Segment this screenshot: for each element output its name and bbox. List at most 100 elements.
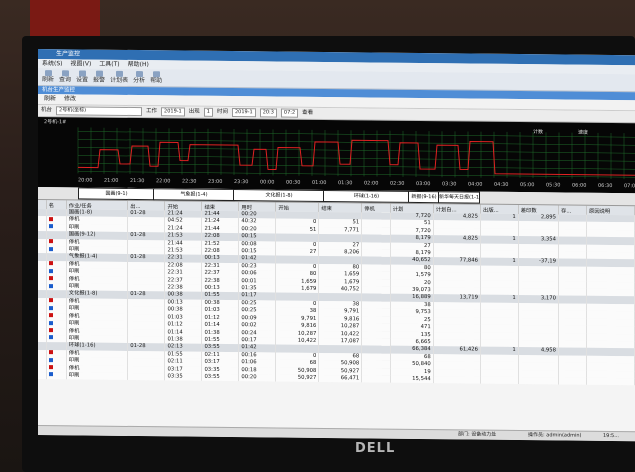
timeline-job-segment[interactable]: 环球(1-16) bbox=[323, 189, 410, 203]
output-label: 出现 bbox=[188, 108, 200, 115]
status-marker-icon bbox=[48, 320, 53, 325]
x-tick-label: 21:30 bbox=[130, 178, 144, 184]
status-marker-icon bbox=[48, 298, 53, 303]
status-marker-icon bbox=[48, 350, 53, 355]
status-marker-icon bbox=[48, 283, 53, 288]
machine-select[interactable]: 2号机(坐标) bbox=[56, 106, 143, 117]
empty-cell bbox=[38, 268, 47, 276]
cell-start: 03:35 bbox=[164, 373, 202, 382]
empty-cell bbox=[38, 297, 47, 306]
status-cell bbox=[46, 216, 67, 225]
dell-logo: DELL bbox=[355, 441, 396, 456]
toolbar-query-button[interactable]: 查询 bbox=[59, 70, 71, 83]
empty-cell bbox=[38, 260, 47, 269]
menu-tools[interactable]: 工具(T) bbox=[99, 60, 119, 69]
empty-cell bbox=[38, 349, 47, 358]
column-header[interactable]: 停机 bbox=[361, 203, 391, 213]
status-operator: 操作员: admin(admin) bbox=[528, 432, 582, 439]
count-input[interactable]: 07:2 bbox=[280, 108, 299, 118]
x-tick-label: 06:00 bbox=[572, 183, 586, 189]
x-tick-label: 06:30 bbox=[598, 183, 612, 189]
empty-cell bbox=[38, 357, 47, 365]
column-header[interactable]: 开始 bbox=[275, 202, 319, 212]
column-header[interactable]: 计划白... bbox=[433, 204, 481, 214]
x-tick-label: 00:30 bbox=[286, 180, 300, 186]
empty-cell bbox=[558, 377, 587, 386]
cell-dur: 00:20 bbox=[238, 374, 276, 382]
empty-cell bbox=[38, 334, 47, 343]
column-header[interactable]: 出... bbox=[127, 200, 165, 211]
refresh-button[interactable]: 刷新 bbox=[44, 94, 56, 104]
empty-cell bbox=[38, 327, 47, 335]
query-button[interactable]: 查看 bbox=[302, 108, 313, 119]
grid-line bbox=[78, 147, 635, 154]
column-header[interactable] bbox=[38, 200, 47, 210]
toolbar-refresh-button[interactable]: 刷新 bbox=[42, 70, 54, 83]
empty-cell bbox=[38, 342, 47, 350]
empty-cell bbox=[38, 312, 47, 321]
status-cell bbox=[46, 223, 67, 232]
toolbar-schedule-button[interactable]: 计划表 bbox=[110, 70, 128, 84]
empty-cell bbox=[38, 320, 47, 328]
status-marker-icon bbox=[48, 305, 53, 310]
x-tick-label: 04:30 bbox=[494, 182, 508, 188]
menu-system[interactable]: 系统(S) bbox=[42, 59, 63, 68]
column-header[interactable]: 名 bbox=[46, 200, 67, 210]
column-header[interactable]: 差印数 bbox=[518, 205, 559, 215]
menu-view[interactable]: 视图(V) bbox=[71, 59, 92, 68]
x-tick-label: 22:00 bbox=[156, 178, 170, 184]
status-marker-icon bbox=[48, 217, 53, 222]
cell-c: 15,544 bbox=[390, 375, 434, 384]
menu-help[interactable]: 帮助(H) bbox=[128, 60, 149, 69]
status-cell bbox=[46, 327, 67, 336]
timeline-job-segment[interactable]: 气象报(1-4) bbox=[153, 188, 235, 202]
column-header[interactable]: 计划 bbox=[390, 203, 434, 214]
toolbar-settings-button[interactable]: 设置 bbox=[76, 70, 88, 84]
empty-cell bbox=[38, 238, 47, 247]
process-select[interactable]: 2019-1 bbox=[161, 107, 185, 117]
cell-d bbox=[433, 376, 481, 384]
column-header[interactable]: 出版... bbox=[480, 204, 519, 215]
status-cell bbox=[46, 364, 67, 373]
date-input[interactable]: 2019-1 bbox=[231, 108, 256, 118]
column-header[interactable]: 原因说明 bbox=[586, 205, 635, 216]
timeline-job-segment[interactable]: 新报(9-16) bbox=[408, 190, 440, 204]
timeline-job-segment[interactable]: 新华每天日报(1-16) bbox=[438, 191, 480, 204]
column-header[interactable]: 结束 bbox=[318, 202, 362, 213]
status-cell bbox=[46, 320, 67, 328]
cell-b: 66,471 bbox=[318, 374, 362, 383]
status-marker-icon bbox=[48, 335, 53, 340]
toolbar-alarm-button[interactable]: 报警 bbox=[93, 70, 105, 84]
empty-cell bbox=[38, 253, 47, 261]
status-marker-icon bbox=[48, 261, 53, 266]
application-window: 生产监控 系统(S) 视图(V) 工具(T) 帮助(H) 刷新 查询 设置 报警… bbox=[38, 49, 635, 442]
empty-cell bbox=[586, 377, 635, 386]
status-marker-icon bbox=[48, 328, 53, 333]
cell-date bbox=[127, 372, 165, 381]
chart-title: 2号机-1# bbox=[44, 119, 67, 126]
grid-line bbox=[78, 163, 635, 170]
timeline-job-segment[interactable]: 国画(9-1) bbox=[78, 187, 155, 201]
empty-cell bbox=[38, 371, 47, 380]
x-tick-label: 01:30 bbox=[338, 180, 352, 186]
empty-cell bbox=[38, 223, 47, 232]
grid-line bbox=[78, 131, 635, 138]
empty-cell bbox=[38, 231, 47, 239]
column-header[interactable]: 结束 bbox=[201, 201, 239, 212]
hour-input[interactable]: 20:3 bbox=[259, 108, 277, 118]
edit-button[interactable]: 修改 bbox=[64, 94, 76, 104]
x-tick-label: 03:00 bbox=[416, 181, 430, 187]
timeline-job-segment[interactable]: 文化报(1-8) bbox=[233, 189, 325, 203]
cell-e bbox=[480, 376, 519, 385]
toolbar-help-button[interactable]: 帮助 bbox=[150, 71, 162, 84]
toolbar-analysis-button[interactable]: 分析 bbox=[133, 71, 145, 84]
machine-label: 机台 bbox=[41, 107, 53, 114]
chart-speed-label: 速度 bbox=[578, 129, 589, 136]
status-cell bbox=[46, 246, 67, 254]
column-header[interactable]: 存... bbox=[558, 205, 587, 215]
column-header[interactable]: 用时 bbox=[238, 202, 276, 212]
column-header[interactable]: 开始 bbox=[164, 201, 202, 211]
status-cell bbox=[46, 334, 67, 343]
status-cell bbox=[46, 357, 67, 365]
output-select[interactable]: 1 bbox=[203, 107, 213, 117]
